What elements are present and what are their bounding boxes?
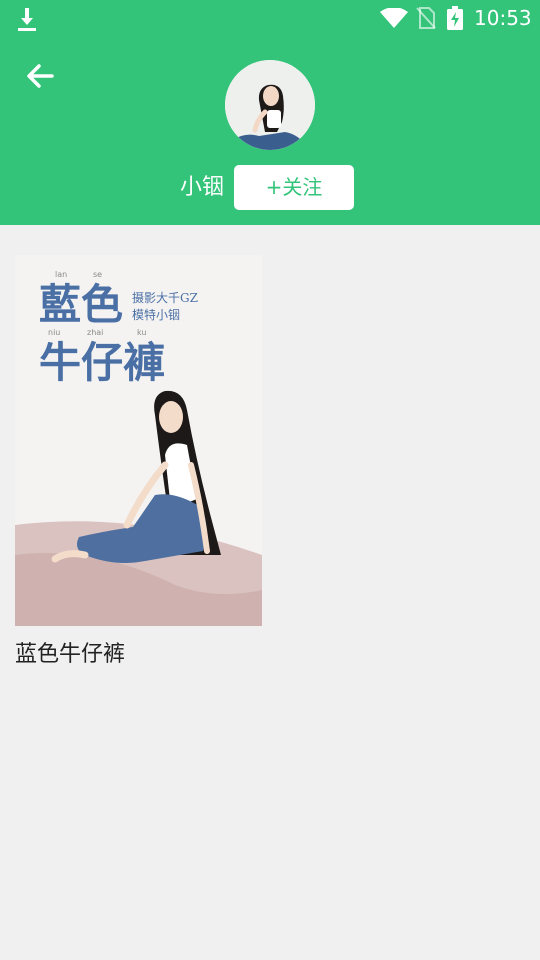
cover-credit-line2: 模特小铟 (132, 307, 180, 322)
cover-pinyin-se: se (93, 270, 102, 279)
status-bar: 10:53 (0, 0, 540, 36)
wifi-icon (380, 8, 408, 28)
cover-pinyin-ku: ku (137, 328, 146, 337)
no-sim-icon (416, 7, 436, 29)
cover-credit-line1: 摄影大千GZ (132, 290, 198, 305)
cover-image: lan se 藍色 摄影大千GZ 模特小铟 niu zhai ku 牛仔褲 (15, 255, 262, 626)
download-icon (18, 8, 36, 31)
cover-title-line1: 藍色 (39, 280, 123, 329)
battery-charging-icon (447, 6, 463, 30)
album-cover[interactable]: lan se 藍色 摄影大千GZ 模特小铟 niu zhai ku 牛仔褲 (15, 255, 262, 626)
back-arrow-icon[interactable] (22, 58, 58, 94)
cover-pinyin-niu: niu (48, 328, 60, 337)
album-title: 蓝色牛仔裤 (15, 642, 126, 667)
clock: 10:53 (474, 6, 532, 30)
follow-button[interactable]: +关注 (234, 165, 354, 210)
avatar[interactable] (225, 60, 315, 150)
profile-header: 10:53 小铟 +关注 (0, 0, 540, 225)
profile-nickname: 小铟 (180, 175, 225, 200)
cover-pinyin-zhai: zhai (87, 328, 103, 337)
cover-title-line2: 牛仔褲 (39, 338, 165, 387)
album-card[interactable]: lan se 藍色 摄影大千GZ 模特小铟 niu zhai ku 牛仔褲 蓝色… (15, 255, 262, 670)
avatar-photo (225, 60, 315, 150)
cover-pinyin-lan: lan (55, 270, 67, 279)
